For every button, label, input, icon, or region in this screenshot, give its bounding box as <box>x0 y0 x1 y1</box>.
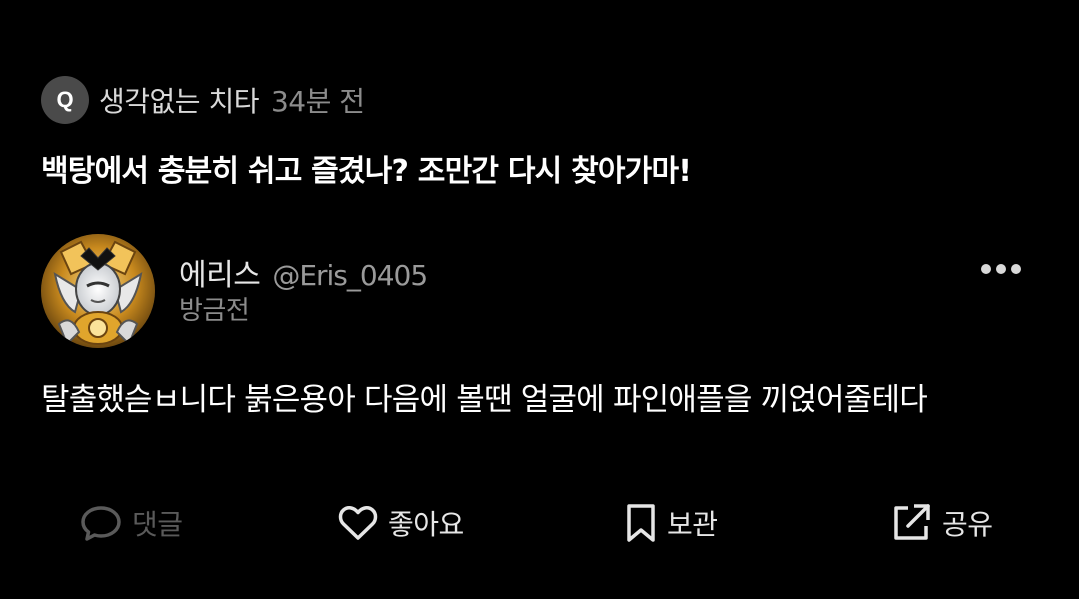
share-external-icon <box>894 504 930 540</box>
question-time: 34분 전 <box>270 85 365 118</box>
avatar-image <box>41 234 155 348</box>
avatar[interactable] <box>41 234 155 348</box>
user-handle[interactable]: @Eris_0405 <box>272 259 428 292</box>
question-badge: Q <box>41 76 89 124</box>
like-label: 좋아요 <box>388 508 464 541</box>
question-author[interactable]: 생각없는 치타 <box>99 80 259 120</box>
comment-bubble-icon <box>81 506 121 541</box>
reply-text: 탈출했슫ㅂ니다 붉은용아 다음에 볼땐 얼굴에 파인애플을 끼얹어줄테다 <box>41 382 928 418</box>
user-display-name[interactable]: 에리스 <box>179 250 261 294</box>
question-text: 백탕에서 충분히 쉬고 즐겼나? 조만간 다시 찾아가마! <box>41 154 692 189</box>
heart-icon <box>338 506 378 540</box>
comment-button[interactable]: 댓글 <box>80 500 183 546</box>
save-button[interactable]: 보관 <box>625 500 718 546</box>
bookmark-icon <box>627 504 655 542</box>
share-label: 공유 <box>942 508 993 541</box>
save-label: 보관 <box>667 508 718 541</box>
more-horizontal-icon <box>981 264 1021 274</box>
reply-time: 방금전 <box>179 296 250 326</box>
share-button[interactable]: 공유 <box>890 500 993 546</box>
like-button[interactable]: 좋아요 <box>338 500 464 546</box>
question-header: Q 생각없는 치타 34분 전 <box>41 76 365 124</box>
more-options-button[interactable] <box>974 254 1028 284</box>
reply-author: 에리스 @Eris_0405 <box>179 250 428 294</box>
comment-label: 댓글 <box>132 508 183 541</box>
